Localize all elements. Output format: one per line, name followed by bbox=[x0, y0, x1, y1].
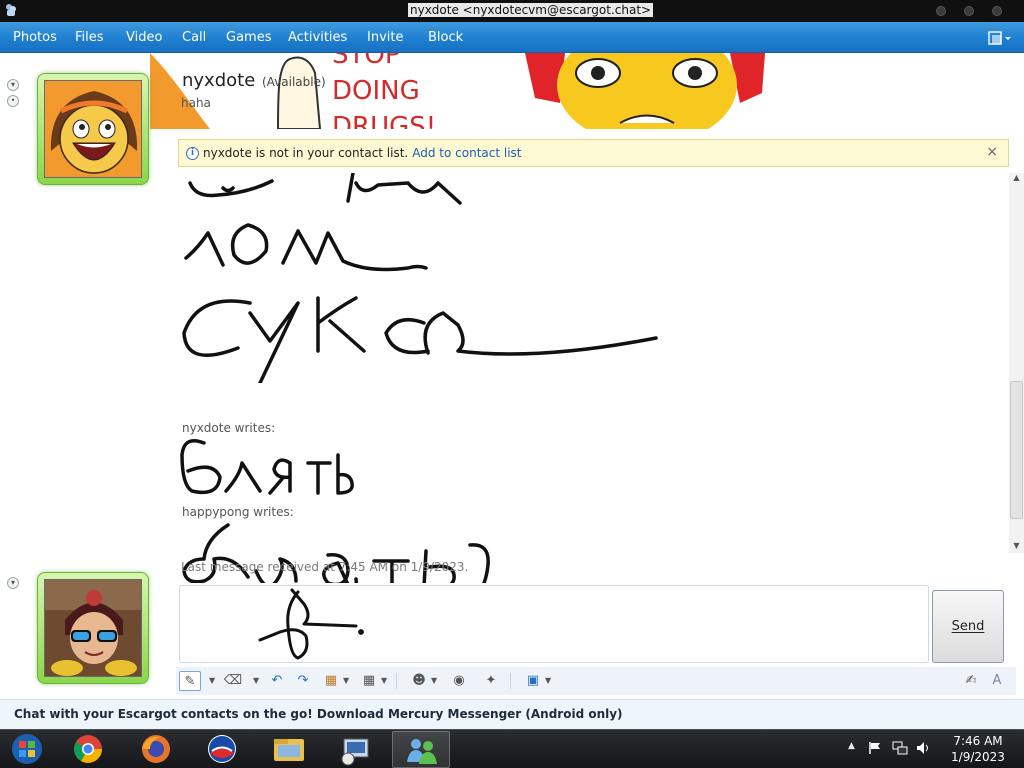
window-title: nyxdote <nyxdotecvm@escargot.chat> bbox=[408, 3, 654, 17]
scrollbar-thumb[interactable] bbox=[1010, 381, 1023, 519]
firefox-taskbar-button[interactable] bbox=[126, 731, 184, 768]
toolbar-divider bbox=[396, 673, 397, 689]
close-notice-icon[interactable]: × bbox=[986, 144, 998, 160]
my-avatar[interactable] bbox=[37, 572, 149, 684]
obama-taskbar-button[interactable] bbox=[192, 731, 250, 768]
messenger-taskbar-button[interactable] bbox=[392, 731, 450, 768]
notice-text: nyxdote is not in your contact list. Add … bbox=[203, 146, 522, 160]
contact-name: nyxdote bbox=[182, 70, 256, 91]
contact-personal-message: haha bbox=[181, 96, 211, 110]
undo-icon[interactable]: ↶ bbox=[266, 671, 288, 691]
contact-avatar[interactable] bbox=[37, 73, 149, 185]
message-input-ink[interactable] bbox=[179, 585, 929, 663]
conversation-window: STOP DOING DRUGS! ▾ • nyxdote (Available… bbox=[0, 53, 1024, 729]
explorer-icon bbox=[274, 739, 304, 761]
messenger-app-icon bbox=[6, 4, 16, 16]
handwritten-ink-message bbox=[180, 439, 354, 495]
info-icon: i bbox=[186, 147, 199, 160]
redo-icon[interactable]: ↷ bbox=[292, 671, 314, 691]
taskbar: ▲ 7:46 AM 1/9/2023 bbox=[0, 729, 1024, 768]
firefox-icon bbox=[142, 735, 170, 763]
pen-icon[interactable]: ✎ bbox=[179, 671, 201, 691]
system-clock[interactable]: 7:46 AM 1/9/2023 bbox=[936, 733, 1020, 765]
chevron-down-icon[interactable]: ▼ bbox=[545, 672, 551, 690]
messenger-icon bbox=[407, 739, 437, 764]
clock-time: 7:46 AM bbox=[953, 734, 1003, 748]
windows-start-icon bbox=[12, 734, 42, 764]
ad-text[interactable]: Chat with your Escargot contacts on the … bbox=[14, 707, 623, 721]
minimize-button[interactable] bbox=[936, 6, 946, 16]
contact-menu-button[interactable]: • bbox=[7, 95, 19, 107]
flag-icon[interactable] bbox=[868, 741, 882, 755]
obama-icon bbox=[208, 735, 236, 763]
network-tool-taskbar-button[interactable] bbox=[326, 731, 384, 768]
menu-invite[interactable]: Invite bbox=[367, 30, 403, 45]
chrome-taskbar-button[interactable] bbox=[60, 731, 118, 768]
chevron-down-icon[interactable]: ▼ bbox=[253, 672, 259, 690]
text-icon[interactable]: A bbox=[986, 671, 1008, 691]
conversation-history: nyxdote writes: happypong writes: bbox=[178, 173, 1008, 583]
notice-message: nyxdote is not in your contact list. bbox=[203, 146, 409, 160]
show-hidden-icons[interactable]: ▲ bbox=[848, 741, 855, 751]
handwritten-ink-message bbox=[182, 173, 658, 383]
banner-doing-text: DOING bbox=[332, 76, 420, 106]
network-icon[interactable] bbox=[892, 741, 908, 755]
menu-call[interactable]: Call bbox=[182, 30, 206, 45]
handwriting-icon[interactable]: ✍ bbox=[960, 671, 982, 691]
send-label: Send bbox=[951, 619, 985, 634]
menu-photos[interactable]: Photos bbox=[13, 30, 57, 45]
grid-icon[interactable]: ▦ bbox=[358, 671, 380, 691]
last-message-timestamp: Last message received at 7:45 AM on 1/9/… bbox=[181, 560, 469, 574]
maximize-button[interactable] bbox=[964, 6, 974, 16]
chrome-icon bbox=[74, 735, 102, 763]
network-tool-icon bbox=[341, 738, 369, 766]
menu-video[interactable]: Video bbox=[126, 30, 162, 45]
chevron-down-icon[interactable]: ▼ bbox=[431, 672, 437, 690]
add-to-contact-list-link[interactable]: Add to contact list bbox=[412, 146, 521, 160]
toolbar-divider bbox=[510, 673, 511, 689]
chevron-down-icon[interactable]: ▼ bbox=[343, 672, 349, 690]
grid-color-icon[interactable]: ▦ bbox=[320, 671, 342, 691]
conversation-scrollbar[interactable]: ▲ ▼ bbox=[1009, 173, 1024, 553]
ink-draft bbox=[258, 588, 364, 660]
chevron-down-icon[interactable]: ▼ bbox=[209, 672, 215, 690]
collapse-self-button[interactable]: ▾ bbox=[7, 577, 19, 589]
sender-label: nyxdote writes: bbox=[182, 421, 276, 435]
menu-activities[interactable]: Activities bbox=[288, 30, 347, 45]
explorer-taskbar-button[interactable] bbox=[260, 731, 318, 768]
options-icon[interactable] bbox=[988, 30, 1012, 46]
send-button[interactable]: Send bbox=[932, 590, 1004, 663]
ad-banner[interactable]: Chat with your Escargot contacts on the … bbox=[0, 699, 1024, 729]
contact-avatar-image bbox=[45, 81, 141, 177]
menu-block[interactable]: Block bbox=[428, 30, 463, 45]
scroll-up-icon[interactable]: ▲ bbox=[1012, 173, 1021, 182]
menu-files[interactable]: Files bbox=[75, 30, 104, 45]
banner-drugs-text: DRUGS! bbox=[332, 112, 436, 129]
menu-bar: Photos Files Video Call Games Activities… bbox=[0, 22, 1024, 53]
my-avatar-image bbox=[45, 580, 141, 676]
banner-stop-text: STOP bbox=[332, 53, 401, 70]
collapse-contact-button[interactable]: ▾ bbox=[7, 79, 19, 91]
title-bar: nyxdote <nyxdotecvm@escargot.chat> bbox=[0, 0, 1024, 22]
ink-toolbar: ✎ ▼ ⌫ ▼ ↶ ↷ ▦ ▼ ▦ ▼ ☻ ▼ ◉ ✦ ▣ ▼ ✍ A bbox=[176, 667, 1016, 695]
contact-banner-image: STOP DOING DRUGS! bbox=[150, 53, 765, 129]
voice-clip-icon[interactable]: ◉ bbox=[448, 671, 470, 691]
contact-list-notice: i nyxdote is not in your contact list. Ad… bbox=[178, 139, 1009, 167]
chevron-down-icon[interactable]: ▼ bbox=[381, 672, 387, 690]
background-icon[interactable]: ▣ bbox=[522, 671, 544, 691]
menu-games[interactable]: Games bbox=[226, 30, 271, 45]
scroll-down-icon[interactable]: ▼ bbox=[1012, 541, 1021, 550]
emoticon-icon[interactable]: ☻ bbox=[408, 671, 430, 691]
clock-date: 1/9/2023 bbox=[951, 750, 1005, 764]
volume-icon[interactable] bbox=[916, 741, 932, 755]
sender-label: happypong writes: bbox=[182, 505, 294, 519]
contact-status: (Available) bbox=[262, 75, 326, 89]
eraser-icon[interactable]: ⌫ bbox=[222, 671, 244, 691]
close-button[interactable] bbox=[992, 6, 1002, 16]
nudge-icon[interactable]: ✦ bbox=[480, 671, 502, 691]
start-button[interactable] bbox=[0, 731, 58, 768]
